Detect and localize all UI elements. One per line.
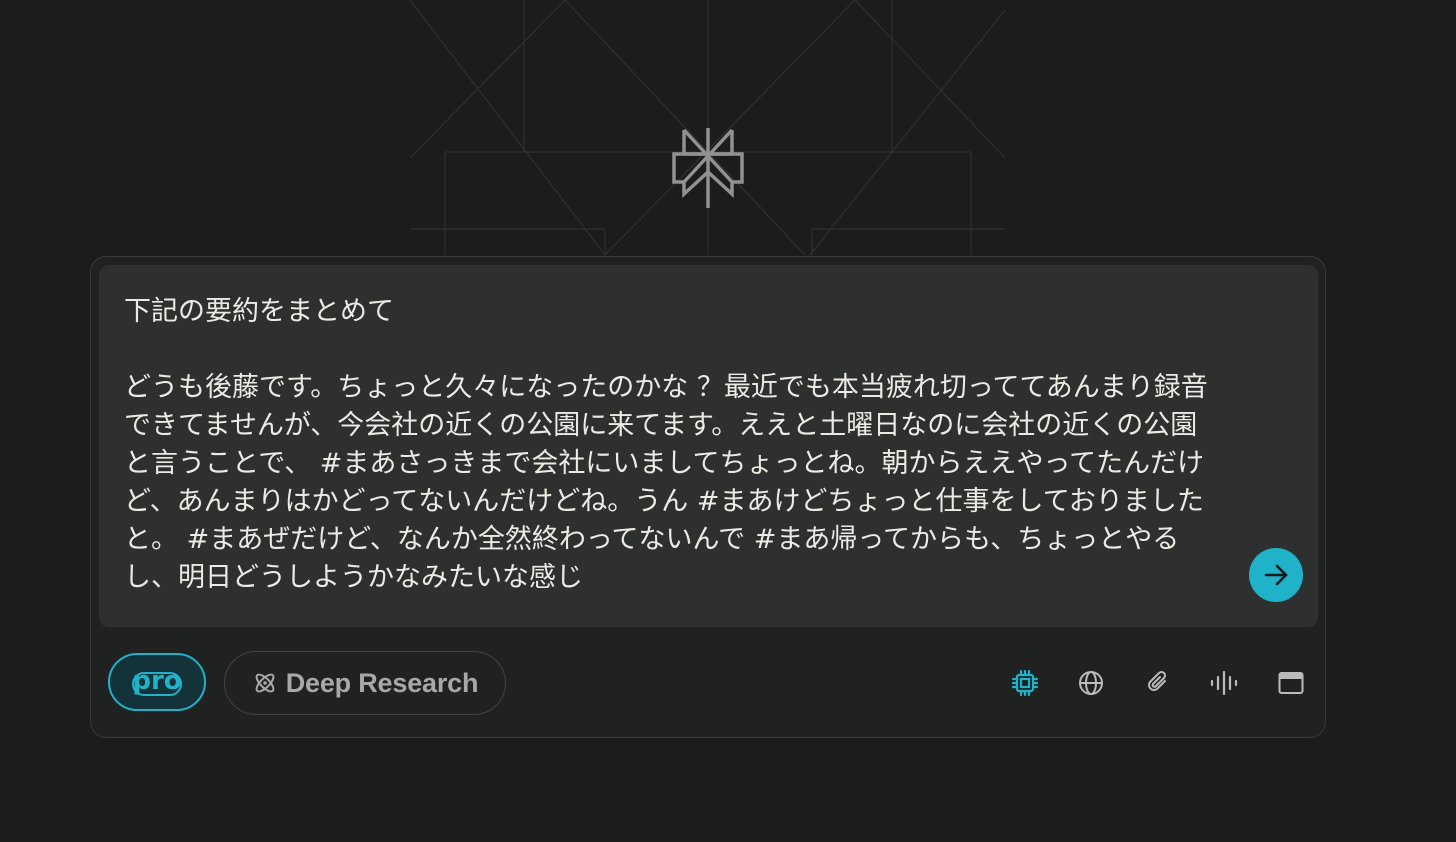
pro-label: pro (132, 666, 181, 696)
perplexity-logo (672, 128, 744, 208)
chip-icon (1011, 669, 1039, 697)
waveform-icon (1210, 670, 1238, 696)
deep-research-label: Deep Research (285, 667, 479, 698)
app-page: 下記の要約をまとめて どうも後藤です。ちょっと久々になったのかな ？最近でも本当… (0, 0, 1456, 842)
prompt-input-area[interactable]: 下記の要約をまとめて どうも後藤です。ちょっと久々になったのかな ？最近でも本当… (99, 265, 1318, 627)
deep-research-button[interactable]: Deep Research (224, 651, 506, 715)
web-search-button[interactable] (1074, 666, 1108, 700)
pro-icon: pro (132, 666, 182, 696)
arrow-right-icon (1264, 564, 1288, 586)
prompt-composer: 下記の要約をまとめて どうも後藤です。ちょっと久々になったのかな ？最近でも本当… (90, 256, 1326, 738)
window-icon (1278, 672, 1304, 694)
prompt-input-text[interactable]: 下記の要約をまとめて どうも後藤です。ちょっと久々になったのかな ？最近でも本当… (124, 293, 1224, 597)
send-button[interactable] (1249, 548, 1303, 602)
paperclip-icon (1148, 670, 1167, 691)
globe-icon (1079, 671, 1103, 695)
model-chip-button[interactable] (1008, 666, 1042, 700)
atom-icon (255, 673, 275, 693)
attach-file-button[interactable] (1141, 666, 1175, 700)
pro-toggle-button[interactable]: pro (108, 653, 206, 711)
voice-input-button[interactable] (1207, 666, 1241, 700)
window-mode-button[interactable] (1274, 666, 1308, 700)
